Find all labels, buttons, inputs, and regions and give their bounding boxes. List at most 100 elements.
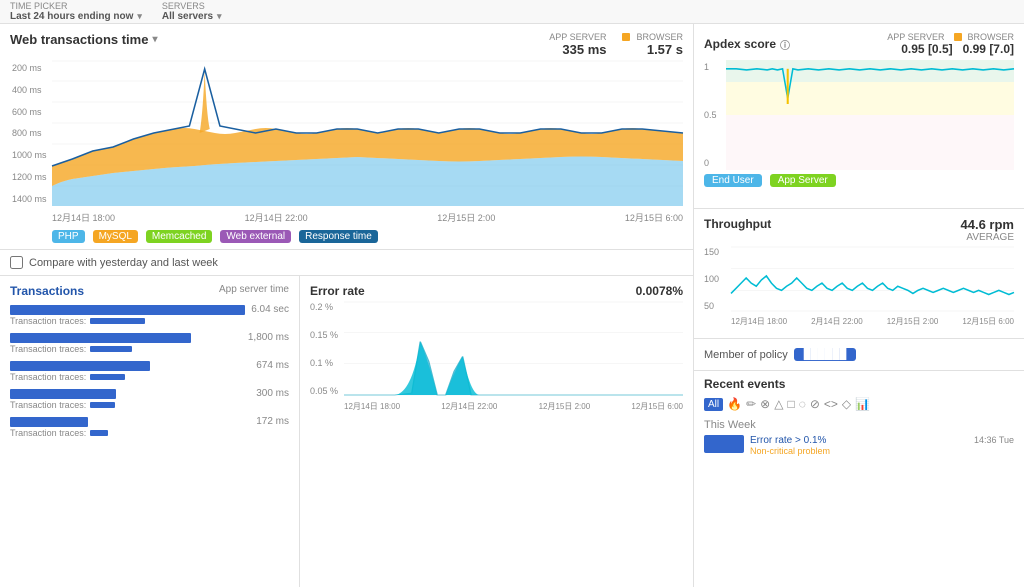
filter-edit-icon[interactable]: ✏ <box>746 397 756 411</box>
error-rate-title: Error rate <box>310 284 365 298</box>
transaction-time: 1,800 ms <box>242 332 289 343</box>
legend-php[interactable]: PHP <box>52 230 85 243</box>
filter-all[interactable]: All <box>704 398 723 411</box>
events-filter-bar: All 🔥 ✏ ⊗ △ □ ◌ ⊘ <> ◇ 📊 <box>704 397 1014 411</box>
chart-canvas <box>52 61 683 206</box>
error-y-axis: 0.05 % 0.1 % 0.15 % 0.2 % <box>310 302 342 396</box>
filter-box-icon[interactable]: □ <box>787 397 794 411</box>
event-time: 14:36 Tue <box>974 435 1014 445</box>
transaction-item: 674 ms Transaction traces: <box>10 360 289 382</box>
web-transactions-chart: 1400 ms 1200 ms 1000 ms 800 ms 600 ms 40… <box>10 61 683 226</box>
event-status: Non-critical problem <box>750 446 830 456</box>
transaction-time: 6.04 sec <box>245 304 289 315</box>
error-rate-panel: Error rate 0.0078% 0.05 % 0.1 % 0.15 % 0… <box>300 276 693 587</box>
time-picker-chevron-icon: ▾ <box>137 11 142 22</box>
error-x-axis: 12月14日 18:00 12月14日 22:00 12月15日 2:00 12… <box>344 401 683 412</box>
filter-alert-icon[interactable]: △ <box>774 397 783 411</box>
transaction-sub-bar <box>90 430 108 436</box>
transaction-bar <box>10 389 116 399</box>
web-transactions-section: Web transactions time ▾ APP SERVER 335 m… <box>0 24 693 250</box>
browser-stat: BROWSER 1.57 s <box>622 32 683 57</box>
filter-no-icon[interactable]: ⊘ <box>810 397 820 411</box>
chart-stats: APP SERVER 335 ms BROWSER 1.57 s <box>549 32 683 57</box>
transaction-time: 172 ms <box>250 416 289 427</box>
throughput-y-axis: 50 100 150 <box>704 247 729 311</box>
filter-diamond-icon[interactable]: ◇ <box>842 397 851 411</box>
apdex-browser-value: 0.99 [7.0] <box>963 42 1014 56</box>
browser-dot <box>954 33 962 41</box>
legend-mysql[interactable]: MySQL <box>93 230 138 243</box>
y-axis: 1400 ms 1200 ms 1000 ms 800 ms 600 ms 40… <box>10 61 52 206</box>
transaction-sub-bar <box>90 402 115 408</box>
transaction-time: 300 ms <box>250 388 289 399</box>
policy-badge[interactable]: ██████ <box>794 348 857 361</box>
transaction-sub: Transaction traces: <box>10 400 289 410</box>
dropdown-icon[interactable]: ▾ <box>152 34 157 45</box>
legend-web-external[interactable]: Web external <box>220 230 291 243</box>
transaction-bar <box>10 417 88 427</box>
transactions-title: Transactions <box>10 284 84 298</box>
servers-value: All servers <box>162 11 213 22</box>
filter-chart-icon[interactable]: 📊 <box>855 397 870 411</box>
filter-circle-icon[interactable]: ◌ <box>799 397 806 411</box>
transaction-sub: Transaction traces: <box>10 316 289 326</box>
filter-code-icon[interactable]: <> <box>824 397 838 411</box>
time-picker-value: Last 24 hours ending now <box>10 11 133 22</box>
event-bar <box>704 435 744 453</box>
throughput-chart: 50 100 150 12月14日 18:00 <box>704 247 1014 327</box>
left-panel: Web transactions time ▾ APP SERVER 335 m… <box>0 24 694 587</box>
servers-picker[interactable]: SERVERS All servers ▾ <box>162 1 222 22</box>
filter-fire-icon[interactable]: 🔥 <box>727 397 742 411</box>
legend-end-user[interactable]: End User <box>704 174 762 187</box>
apdex-stats: APP SERVER BROWSER 0.95 [0.5] 0.99 [7.0] <box>887 32 1014 56</box>
error-rate-value: 0.0078% <box>636 284 683 298</box>
throughput-avg-label: AVERAGE <box>961 232 1014 243</box>
browser-dot <box>622 33 630 41</box>
transaction-bar <box>10 361 150 371</box>
event-info: Error rate > 0.1% Non-critical problem <box>750 435 830 456</box>
transaction-item: 172 ms Transaction traces: <box>10 416 289 438</box>
bottom-section: Transactions App server time 6.04 sec Tr… <box>0 276 693 587</box>
event-left: Error rate > 0.1% Non-critical problem <box>704 435 830 456</box>
top-bar: TIME PICKER Last 24 hours ending now ▾ S… <box>0 0 1024 24</box>
time-picker[interactable]: TIME PICKER Last 24 hours ending now ▾ <box>10 1 142 22</box>
transaction-bar <box>10 333 191 343</box>
throughput-value: 44.6 rpm <box>961 217 1014 232</box>
legend-response-time[interactable]: Response time <box>299 230 378 243</box>
error-rate-header: Error rate 0.0078% <box>310 284 683 298</box>
apdex-y-axis: 1 0.5 0 <box>704 60 724 170</box>
apdex-chart: 1 0.5 0 <box>704 60 1014 170</box>
transaction-sub-bar <box>90 346 132 352</box>
transaction-sub: Transaction traces: <box>10 372 289 382</box>
apdex-title: Apdex score ⓘ <box>704 32 790 56</box>
apdex-app-value: 0.95 [0.5] <box>901 42 952 56</box>
transaction-item: 6.04 sec Transaction traces: <box>10 304 289 326</box>
error-rate-chart: 0.05 % 0.1 % 0.15 % 0.2 % <box>310 302 683 412</box>
compare-row: Compare with yesterday and last week <box>0 250 693 276</box>
main-content: Web transactions time ▾ APP SERVER 335 m… <box>0 24 1024 587</box>
app-server-stat: APP SERVER 335 ms <box>549 32 606 57</box>
event-name[interactable]: Error rate > 0.1% <box>750 435 830 446</box>
filter-cancel-icon[interactable]: ⊗ <box>760 397 770 411</box>
servers-label: SERVERS <box>162 1 222 11</box>
transactions-col-label: App server time <box>219 284 289 298</box>
transactions-header: Transactions App server time <box>10 284 289 298</box>
event-item: Error rate > 0.1% Non-critical problem 1… <box>704 435 1014 456</box>
apdex-info-icon[interactable]: ⓘ <box>780 37 790 52</box>
transaction-item: 300 ms Transaction traces: <box>10 388 289 410</box>
apdex-legend: End User App Server <box>704 174 1014 187</box>
transaction-bar <box>10 305 245 315</box>
transaction-sub: Transaction traces: <box>10 344 289 354</box>
transaction-item: 1,800 ms Transaction traces: <box>10 332 289 354</box>
compare-checkbox[interactable] <box>10 256 23 269</box>
apdex-header: Apdex score ⓘ APP SERVER BROWSER 0.95 [0… <box>704 32 1014 56</box>
recent-events-title: Recent events <box>704 377 1014 391</box>
chart-header: Web transactions time ▾ APP SERVER 335 m… <box>10 32 683 57</box>
transaction-sub-bar <box>90 318 145 324</box>
legend-app-server[interactable]: App Server <box>770 174 836 187</box>
legend-memcached[interactable]: Memcached <box>146 230 212 243</box>
this-week-label: This Week <box>704 419 1014 431</box>
right-panel: Apdex score ⓘ APP SERVER BROWSER 0.95 [0… <box>694 24 1024 587</box>
transactions-panel: Transactions App server time 6.04 sec Tr… <box>0 276 300 587</box>
transaction-sub-bar <box>90 374 125 380</box>
